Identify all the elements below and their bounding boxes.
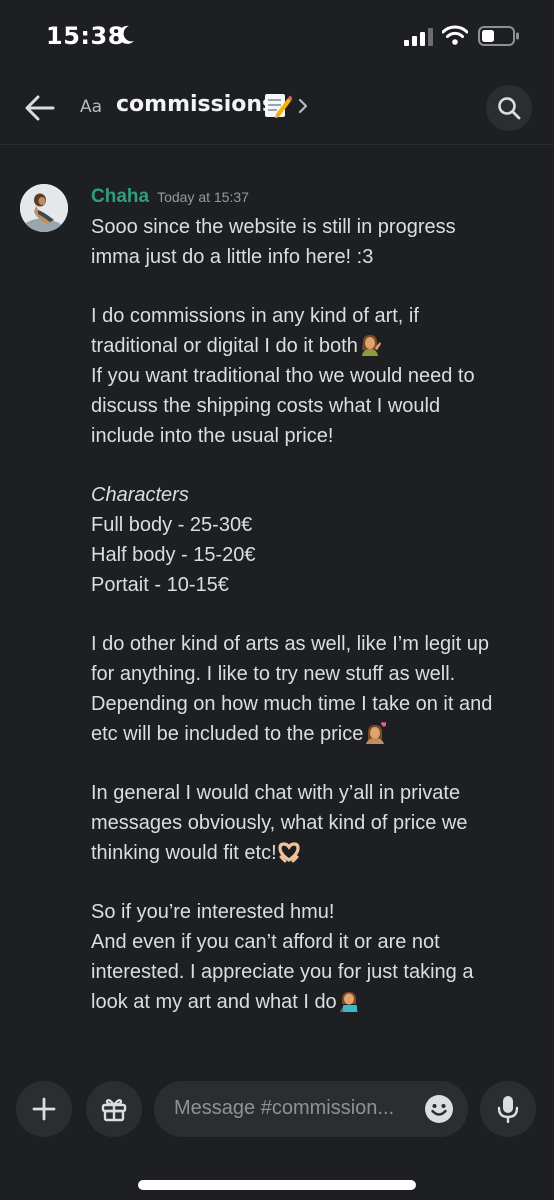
home-indicator[interactable] [138, 1180, 416, 1190]
moon-icon [118, 25, 134, 44]
message-line: include into the usual price! [91, 425, 334, 447]
message-line-with-emoji: thinking would fit etc! [91, 838, 531, 868]
message-line-with-emoji: etc will be included to the price [91, 719, 531, 749]
add-attachment-button[interactable] [16, 1081, 72, 1137]
price-line: Portait - 10-15€ [91, 574, 229, 596]
signal-icon [404, 28, 433, 46]
message-line-text: traditional or digital I do it both [91, 335, 358, 357]
avatar[interactable] [20, 184, 68, 232]
message-line: for anything. I like to try new stuff as… [91, 663, 456, 685]
message-line-with-emoji: look at my art and what I do [91, 987, 531, 1017]
search-button[interactable] [486, 85, 532, 131]
message-line: I do other kind of arts as well, like I’… [91, 633, 489, 655]
message-line-italic: Characters [91, 484, 189, 506]
memo-emoji [265, 94, 292, 118]
plus-icon [32, 1097, 56, 1121]
message-line: So if you’re interested hmu! [91, 901, 335, 923]
message-line: Sooo since the website is still in progr… [91, 216, 456, 238]
gift-button[interactable] [86, 1081, 142, 1137]
message-line: If you want traditional tho we would nee… [91, 365, 475, 387]
chevron-right-icon[interactable] [298, 98, 308, 114]
emoji-icon[interactable] [424, 1094, 454, 1124]
avatar-image [20, 184, 68, 232]
message-line: Depending on how much time I take on it … [91, 693, 493, 715]
status-time: 15:38 [46, 22, 125, 50]
voice-message-button[interactable] [480, 1081, 536, 1137]
message-composer: Message #commission... [0, 1068, 554, 1200]
price-line: Half body - 15-20€ [91, 544, 256, 566]
message-line: discuss the shipping costs what I would [91, 395, 441, 417]
timestamp: Today at 15:37 [157, 189, 249, 205]
message-input[interactable]: Message #commission... [154, 1081, 468, 1137]
back-arrow-icon [25, 95, 55, 121]
gift-icon [101, 1099, 127, 1122]
message-line: I do commissions in any kind of art, if [91, 305, 419, 327]
battery-icon [478, 26, 519, 46]
message-line-text: look at my art and what I do [91, 991, 337, 1013]
search-icon [498, 97, 521, 120]
heart-hands-emoji [278, 842, 300, 863]
message-line-text: etc will be included to the price [91, 723, 364, 745]
message-content: Sooo since the website is still in progr… [91, 212, 531, 1017]
channel-name[interactable]: commissions [116, 92, 275, 117]
person-tipping-hand-emoji [361, 335, 381, 356]
message-line: messages obviously, what kind of price w… [91, 812, 468, 834]
message-line: And even if you can’t afford it or are n… [91, 931, 440, 953]
wifi-icon [442, 25, 468, 45]
message-line: imma just do a little info here! :3 [91, 246, 374, 268]
username[interactable]: Chaha [91, 186, 149, 207]
message-header: Chaha Today at 15:37 [91, 186, 249, 208]
message-line-text: thinking would fit etc! [91, 842, 277, 864]
technologist-emoji [339, 992, 358, 1012]
message-line: interested. I appreciate you for just ta… [91, 961, 474, 983]
message-line-with-emoji: traditional or digital I do it both [91, 331, 531, 361]
price-line: Full body - 25-30€ [91, 514, 253, 536]
back-button[interactable] [22, 90, 58, 126]
text-channel-icon: Aa [80, 97, 103, 117]
channel-header: Aa commissions [0, 72, 554, 145]
status-bar: 15:38 [0, 0, 554, 72]
microphone-icon [497, 1096, 519, 1123]
hugging-heart-emoji [366, 722, 387, 744]
message-line: In general I would chat with y’all in pr… [91, 782, 461, 804]
message-input-placeholder[interactable]: Message #commission... [174, 1097, 406, 1120]
